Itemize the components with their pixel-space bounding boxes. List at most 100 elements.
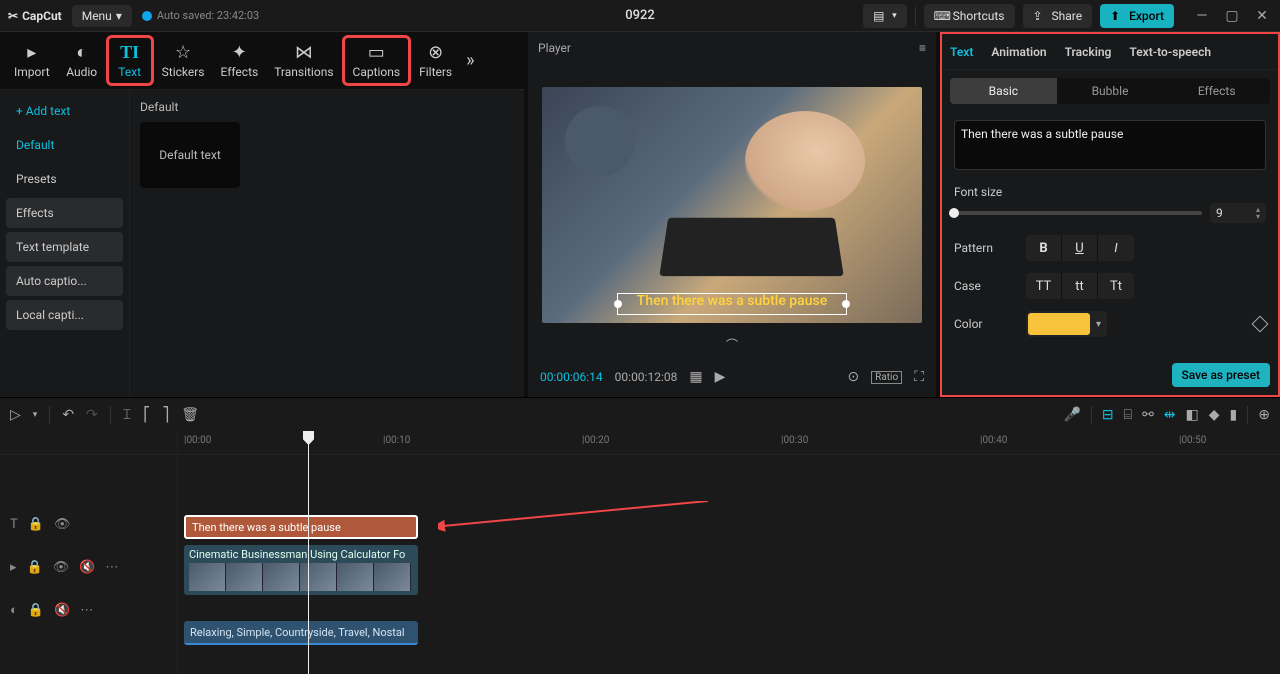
preview-content (565, 106, 635, 176)
case-title-button[interactable]: Tt (1098, 273, 1134, 299)
shortcuts-button[interactable]: ⌨Shortcuts (924, 4, 1015, 28)
redo-button[interactable]: ↷ (86, 407, 98, 423)
chain-icon[interactable]: ⚯ (1142, 407, 1154, 423)
grid-icon[interactable]: ▦ (689, 369, 702, 385)
underline-button[interactable]: U (1062, 235, 1098, 261)
tab-animation[interactable]: Animation (991, 45, 1046, 59)
player-menu-icon[interactable]: ≡ (919, 41, 926, 55)
chevron-down-icon[interactable]: ▾ (33, 410, 38, 420)
tab-audio[interactable]: ◐Audio (58, 38, 106, 83)
stepper-icon[interactable]: ▴▾ (1256, 206, 1260, 220)
save-preset-button[interactable]: Save as preset (1172, 363, 1270, 387)
tab-transitions[interactable]: ⋈Transitions (266, 38, 341, 83)
caption-text-input[interactable] (954, 120, 1266, 170)
tab-tts[interactable]: Text-to-speech (1129, 45, 1211, 59)
delete-icon[interactable]: 🗑 (181, 407, 199, 423)
project-name[interactable]: 0922 (625, 8, 655, 23)
magnet-icon[interactable]: ⊟ (1102, 407, 1114, 423)
timeline-tracks[interactable]: |00:00 |00:10 |00:20 |00:30 |00:40 |00:5… (178, 431, 1280, 674)
link-icon[interactable]: ⌸ (1124, 407, 1132, 423)
timeline: T 🔒 👁 ▸ 🔒 👁 🔇 ⋯ ◐ 🔒 🔇 ⋯ |00:00 |00:10 |0… (0, 431, 1280, 674)
more-icon[interactable]: ⋯ (105, 560, 118, 575)
mute-icon[interactable]: 🔇 (79, 560, 95, 575)
subtab-effects[interactable]: Effects (1163, 78, 1270, 104)
audio-clip[interactable]: Relaxing, Simple, Countryside, Travel, N… (184, 621, 418, 645)
focus-icon[interactable]: ⊙ (847, 369, 859, 385)
ratio-button[interactable]: Ratio (871, 371, 902, 384)
video-clip[interactable]: Cinematic Businessman Using Calculator F… (184, 545, 418, 595)
color-picker[interactable]: ▾ (1026, 311, 1107, 337)
sidebar-item-effects[interactable]: Effects (6, 198, 123, 228)
playhead[interactable] (308, 431, 309, 674)
lock-icon[interactable]: 🔒 (27, 560, 43, 575)
track-header-audio[interactable]: ◐ 🔒 🔇 ⋯ (0, 595, 177, 625)
case-upper-button[interactable]: TT (1026, 273, 1062, 299)
fullscreen-icon[interactable]: ⛶ (914, 369, 924, 385)
layout-button[interactable]: ▤▾ (863, 4, 907, 28)
add-text-button[interactable]: Add text (6, 96, 123, 126)
time-ruler[interactable]: |00:00 |00:10 |00:20 |00:30 |00:40 |00:5… (178, 431, 1280, 455)
preview-viewport[interactable]: Then there was a subtle pause (528, 64, 936, 346)
menu-button[interactable]: Menu ▾ (72, 5, 132, 27)
lock-icon[interactable]: 🔒 (28, 517, 44, 532)
track-header-video[interactable]: ▸ 🔒 👁 🔇 ⋯ (0, 539, 177, 595)
ruler-mark: |00:50 (1179, 435, 1206, 446)
more-tabs-button[interactable]: » (460, 50, 480, 71)
tab-text[interactable]: Text (950, 45, 973, 59)
slider-knob[interactable] (949, 208, 959, 218)
zoom-tool-icon[interactable]: ⊕ (1258, 407, 1270, 423)
trim-right-icon[interactable]: ⎤ (162, 407, 169, 423)
ruler-mark: |00:10 (383, 435, 410, 446)
lock-icon[interactable]: 🔒 (28, 603, 44, 618)
marker1-icon[interactable]: ◆ (1209, 407, 1220, 423)
tab-effects[interactable]: ✦Effects (213, 38, 267, 83)
case-lower-button[interactable]: tt (1062, 273, 1098, 299)
pointer-tool-icon[interactable]: ▷ (10, 407, 21, 423)
tab-stickers[interactable]: ☆Stickers (154, 38, 213, 83)
mic-icon[interactable]: 🎤 (1063, 407, 1080, 423)
share-button[interactable]: ⇪Share (1023, 4, 1093, 28)
track-header-text[interactable]: T 🔒 👁 (0, 509, 177, 539)
snap-icon[interactable]: ⇹ (1164, 407, 1176, 423)
tab-captions[interactable]: ▭Captions (342, 35, 412, 86)
sidebar-item-local-captions[interactable]: Local capti... (6, 300, 123, 330)
split-icon[interactable]: ⌶ (123, 407, 131, 423)
preview-content (659, 218, 843, 276)
more-icon[interactable]: ⋯ (80, 603, 93, 618)
tab-tracking[interactable]: Tracking (1065, 45, 1112, 59)
text-preset-thumb[interactable]: Default text (140, 122, 240, 188)
bold-button[interactable]: B (1026, 235, 1062, 261)
export-button[interactable]: ⬆Export (1100, 4, 1174, 28)
caption-overlay[interactable]: Then there was a subtle pause (633, 291, 831, 311)
close-button[interactable]: ✕ (1252, 6, 1272, 26)
sidebar-item-text-template[interactable]: Text template (6, 232, 123, 262)
play-button[interactable]: ▶ (715, 369, 726, 385)
sidebar-item-auto-captions[interactable]: Auto captio... (6, 266, 123, 296)
tab-filters[interactable]: ⊗Filters (411, 38, 460, 83)
tab-text[interactable]: TIText (106, 35, 154, 86)
preview-icon[interactable]: ◧ (1186, 407, 1199, 423)
mute-icon[interactable]: 🔇 (54, 603, 70, 618)
tab-label: Captions (353, 65, 401, 79)
subtab-bubble[interactable]: Bubble (1057, 78, 1164, 104)
pattern-group: B U I (1026, 235, 1134, 261)
font-size-field[interactable]: 9 ▴▾ (1210, 203, 1266, 223)
eye-icon[interactable]: 👁 (54, 517, 71, 532)
app-logo: ✂ CapCut (8, 9, 62, 23)
tab-import[interactable]: ▸Import (6, 38, 58, 83)
keyframe-icon[interactable] (1252, 316, 1269, 333)
italic-button[interactable]: I (1098, 235, 1134, 261)
sidebar-item-default[interactable]: Default (6, 130, 123, 160)
sidebar-item-presets[interactable]: Presets (6, 164, 123, 194)
filters-icon: ⊗ (428, 42, 443, 63)
subtab-basic[interactable]: Basic (950, 78, 1057, 104)
marker2-icon[interactable]: ▮ (1230, 407, 1238, 423)
text-clip[interactable]: Then there was a subtle pause (184, 515, 418, 539)
library-heading: Default (140, 100, 514, 114)
maximize-button[interactable]: ▢ (1222, 6, 1242, 26)
eye-icon[interactable]: 👁 (53, 560, 70, 575)
trim-left-icon[interactable]: ⎡ (143, 407, 150, 423)
undo-button[interactable]: ↶ (62, 407, 74, 423)
minimize-button[interactable]: — (1192, 6, 1212, 26)
font-size-slider[interactable] (954, 211, 1202, 215)
